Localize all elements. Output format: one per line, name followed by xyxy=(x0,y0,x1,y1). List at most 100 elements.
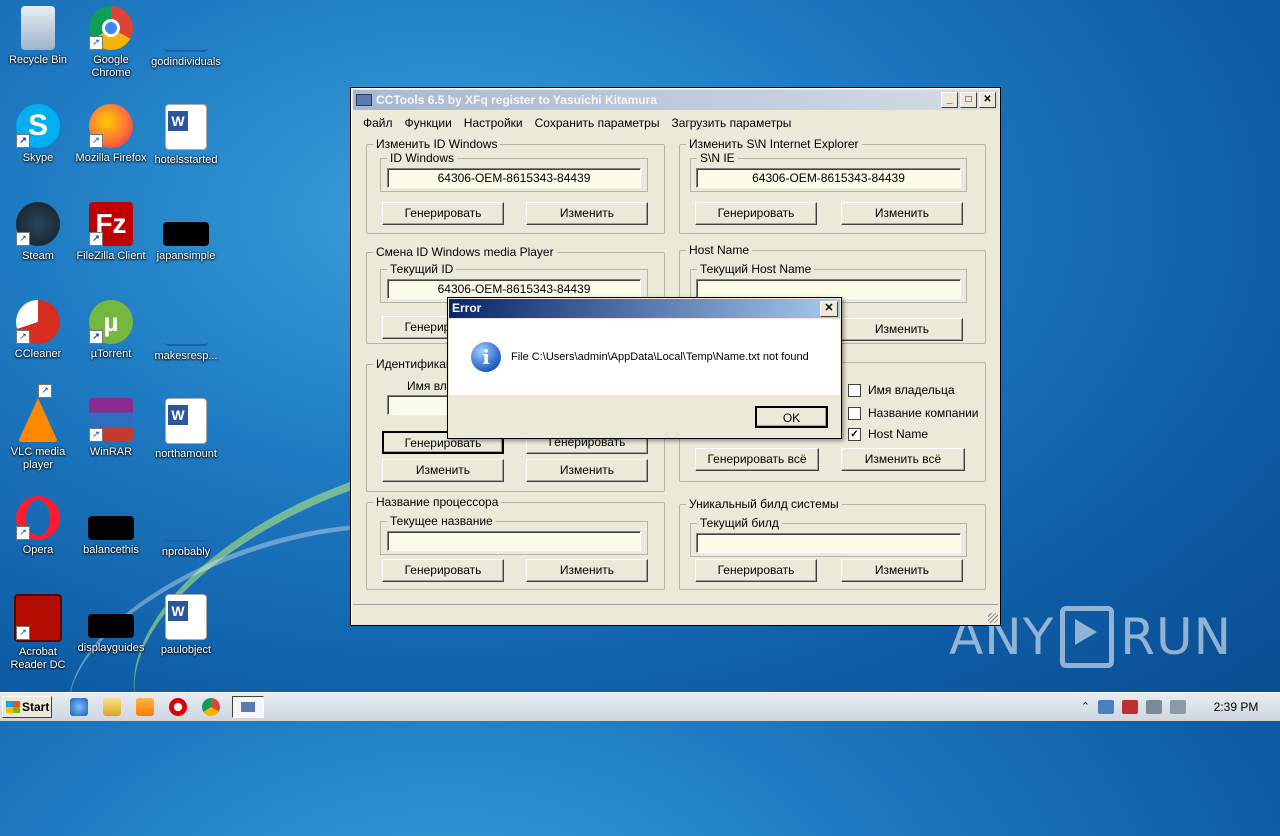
windows-logo-icon xyxy=(6,701,20,713)
shortcut-arrow-icon: ↗ xyxy=(89,330,103,344)
generate-windows-id-button[interactable]: Генерировать xyxy=(382,202,504,225)
close-button[interactable]: ✕ xyxy=(979,92,996,108)
menu-save-params[interactable]: Сохранить параметры xyxy=(529,116,666,130)
title-bar[interactable]: CCTools 6.5 by XFq register to Yasuichi … xyxy=(353,90,998,110)
desktop-icon[interactable]: ↗ Mozilla Firefox xyxy=(73,104,149,165)
error-dialog: Error ✕ i File C:\Users\admin\AppData\Lo… xyxy=(447,297,842,439)
checkbox-host-name[interactable]: ✓ Host Name xyxy=(848,427,928,441)
generate-build-button[interactable]: Генерировать xyxy=(695,559,817,582)
desktop-icon[interactable]: ↗ Google Chrome xyxy=(73,6,149,80)
dialog-title-bar[interactable]: Error ✕ xyxy=(449,299,840,318)
opera-taskbar-icon[interactable] xyxy=(169,698,187,716)
change-all-button[interactable]: Изменить всё xyxy=(841,448,965,471)
maximize-button[interactable]: □ xyxy=(960,92,977,108)
desktop-icon[interactable]: ↗ CCleaner xyxy=(0,300,76,361)
desktop-icon-label: makesresp... xyxy=(154,350,218,362)
checkmark-icon[interactable]: ✓ xyxy=(848,427,861,441)
desktop-icon[interactable]: godindividuals xyxy=(148,6,224,69)
menu-load-params[interactable]: Загрузить параметры xyxy=(665,116,797,130)
volume-icon[interactable] xyxy=(1170,699,1186,714)
desktop-icon[interactable]: Wpaulobject xyxy=(148,594,224,657)
field-label: ID Windows xyxy=(387,151,458,165)
desktop-icon[interactable]: ↗ Acrobat Reader DC xyxy=(0,594,76,672)
change-windows-id-button[interactable]: Изменить xyxy=(526,202,648,225)
window-title: CCTools 6.5 by XFq register to Yasuichi … xyxy=(376,93,657,107)
desktop-icon[interactable]: µ ↗ µTorrent xyxy=(73,300,149,361)
checkbox-box[interactable] xyxy=(848,383,861,397)
network-icon[interactable] xyxy=(1146,699,1162,714)
desktop-icon[interactable]: balancethis xyxy=(73,496,149,557)
desktop-icon[interactable]: Whotelsstarted xyxy=(148,104,224,167)
host-name-field[interactable] xyxy=(696,279,961,299)
checkbox-box[interactable] xyxy=(848,406,861,420)
checkbox-company-name[interactable]: Название компании xyxy=(848,406,978,420)
desktop-icon[interactable]: ↗ VLC media player xyxy=(0,384,76,472)
shortcut-arrow-icon: ↗ xyxy=(89,134,103,148)
wmp-id-field[interactable]: 64306-OEM-8615343-84439 xyxy=(387,279,641,299)
desktop-icon[interactable]: makesresp... xyxy=(148,300,224,363)
ccleaner-icon: ↗ xyxy=(16,300,60,344)
change-ie-sn-button[interactable]: Изменить xyxy=(841,202,963,225)
desktop-icon-label: japansimple xyxy=(156,250,216,262)
ok-button[interactable]: OK xyxy=(755,406,828,428)
desktop-icon[interactable]: ↗ WinRAR xyxy=(73,398,149,459)
shortcut-arrow-icon: ↗ xyxy=(16,526,30,540)
desktop-icon[interactable]: ↗ Opera xyxy=(0,496,76,557)
clock[interactable]: 2:39 PM xyxy=(1206,700,1266,714)
generate-ie-sn-button[interactable]: Генерировать xyxy=(695,202,817,225)
action-center-icon[interactable] xyxy=(1122,699,1138,714)
winrar-icon: ↗ xyxy=(89,398,133,442)
desktop-icon-label: nprobably xyxy=(161,546,211,558)
ie-sn-field[interactable]: 64306-OEM-8615343-84439 xyxy=(696,168,961,188)
desktop-icon[interactable]: Recycle Bin xyxy=(0,6,76,67)
change-build-button[interactable]: Изменить xyxy=(841,559,963,582)
word-doc-icon: W xyxy=(165,594,207,640)
desktop-icon[interactable]: ↗ Steam xyxy=(0,202,76,263)
desktop-icon[interactable]: displayguides xyxy=(73,594,149,655)
resize-grip-icon[interactable] xyxy=(988,613,998,623)
change-cpu-name-button[interactable]: Изменить xyxy=(526,559,648,582)
system-tray: ⌃ 2:39 PM xyxy=(1081,693,1280,720)
cpu-name-subgroup: Текущее название xyxy=(380,514,648,555)
desktop-icon-label: WinRAR xyxy=(89,446,133,458)
explorer-folder-icon[interactable] xyxy=(103,698,121,716)
shortcut-arrow-icon: ↗ xyxy=(89,36,103,50)
desktop-icon[interactable]: japansimple xyxy=(148,202,224,263)
menu-functions[interactable]: Функции xyxy=(399,116,458,130)
desktop-icon[interactable]: Wnorthamount xyxy=(148,398,224,461)
shortcut-arrow-icon: ↗ xyxy=(16,134,30,148)
system-build-field[interactable] xyxy=(696,533,961,553)
change-company-button[interactable]: Изменить xyxy=(526,459,648,482)
desktop-icon-label: Opera xyxy=(22,544,54,556)
desktop-icon-label: µTorrent xyxy=(90,348,132,360)
desktop-icon[interactable]: nprobably xyxy=(148,496,224,559)
dialog-title: Error xyxy=(452,301,482,315)
chevron-up-icon[interactable]: ⌃ xyxy=(1081,700,1090,713)
chrome-taskbar-icon[interactable] xyxy=(202,698,220,716)
desktop-icon-label: Mozilla Firefox xyxy=(75,152,147,164)
menu-file[interactable]: Файл xyxy=(357,116,399,130)
field-label: Текущий билд xyxy=(697,516,782,530)
desktop-icon[interactable]: Fz ↗ FileZilla Client xyxy=(73,202,149,263)
minimize-button[interactable]: _ xyxy=(941,92,958,108)
change-owner-button[interactable]: Изменить xyxy=(382,459,504,482)
generate-all-button[interactable]: Генерировать всё xyxy=(695,448,819,471)
group-label: Изменить S\N Internet Explorer xyxy=(686,137,862,151)
utorrent-icon: µ ↗ xyxy=(89,300,133,344)
windows-id-field[interactable]: 64306-OEM-8615343-84439 xyxy=(387,168,641,188)
opera-icon: ↗ xyxy=(16,496,60,540)
windows-id-subgroup: ID Windows 64306-OEM-8615343-84439 xyxy=(380,151,648,192)
internet-explorer-icon[interactable] xyxy=(70,698,88,716)
desktop-icon[interactable]: S ↗ Skype xyxy=(0,104,76,165)
change-host-name-button[interactable]: Изменить xyxy=(841,318,963,341)
checkbox-owner-name[interactable]: Имя владельца xyxy=(848,383,955,397)
start-button[interactable]: Start xyxy=(2,696,52,718)
cpu-name-field[interactable] xyxy=(387,531,641,551)
menu-settings[interactable]: Настройки xyxy=(458,116,529,130)
group-label: Идентификац xyxy=(373,357,456,371)
dialog-close-button[interactable]: ✕ xyxy=(820,301,838,317)
cctools-taskbar-button[interactable] xyxy=(232,696,264,718)
keyboard-icon[interactable] xyxy=(1098,699,1114,714)
media-player-icon[interactable] xyxy=(136,698,154,716)
generate-cpu-name-button[interactable]: Генерировать xyxy=(382,559,504,582)
